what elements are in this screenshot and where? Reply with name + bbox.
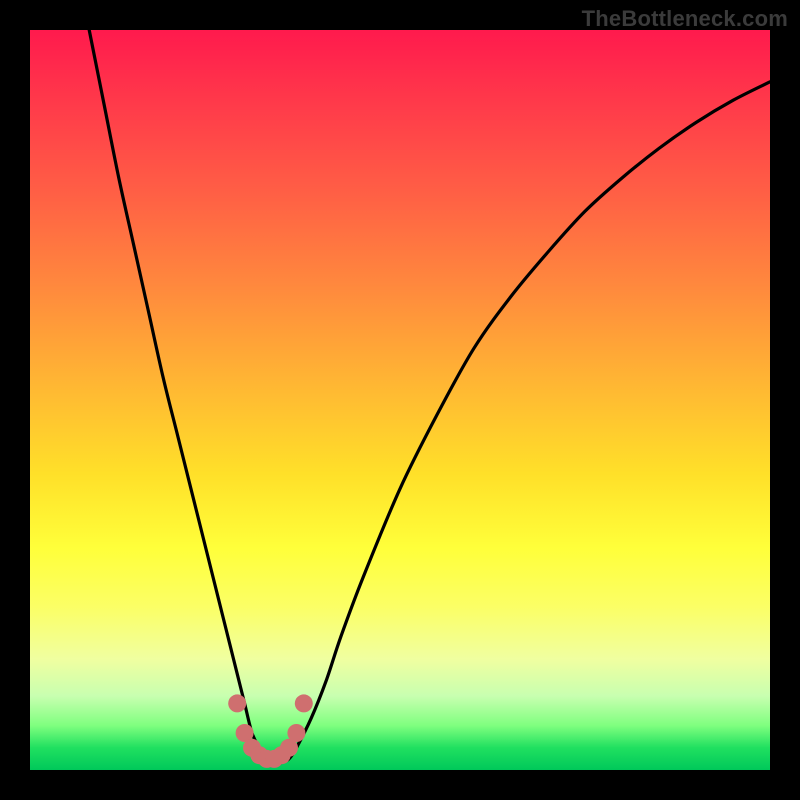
plot-area (30, 30, 770, 770)
highlight-dot (228, 694, 246, 712)
bottleneck-curve (89, 30, 770, 763)
highlight-dot (295, 694, 313, 712)
watermark-text: TheBottleneck.com (582, 6, 788, 32)
chart-stage: TheBottleneck.com (0, 0, 800, 800)
flat-zone-marker (228, 694, 313, 768)
chart-overlay (30, 30, 770, 770)
highlight-dot (287, 724, 305, 742)
